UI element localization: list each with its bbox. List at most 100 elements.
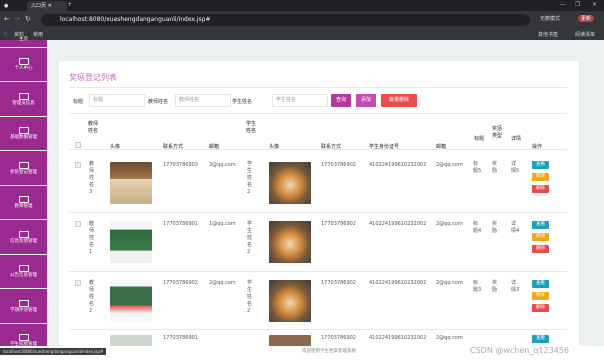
detail-cell: 详情4 <box>511 221 520 234</box>
forward-icon[interactable]: → <box>14 15 20 23</box>
incognito-label[interactable]: 无痕模式 <box>540 15 560 22</box>
sidebar-item-basic-data[interactable]: 基础数据管理 <box>0 123 47 151</box>
browser-tab-inactive[interactable]: ● <box>4 1 26 11</box>
sidebar-item-teachers[interactable]: 教师管理 <box>0 192 47 220</box>
table-border <box>69 329 567 330</box>
monitor-icon <box>18 334 29 341</box>
monitor-icon <box>18 196 29 203</box>
sidebar-item-profile[interactable]: 个人中心 <box>0 54 47 82</box>
bookmark-other[interactable]: 其他书签 <box>538 30 558 40</box>
student-email-cell: 2@qq.com <box>436 280 463 286</box>
table-border <box>69 212 567 213</box>
sidebar-item-rewards[interactable]: 奖惩登记管理 <box>0 158 47 186</box>
sidebar-item-label: 主页 <box>19 37 28 42</box>
student-phone-cell: 17703786902 <box>321 162 356 168</box>
detail-cell: 详情3 <box>511 280 520 293</box>
batch-delete-button[interactable]: 批量删除 <box>381 94 417 107</box>
student-input[interactable]: 学生姓名 <box>272 94 328 107</box>
monitor-icon <box>18 265 29 272</box>
col-header: 详情 <box>510 136 521 142</box>
title-label: 标题 <box>73 99 84 105</box>
tab-title: 入口页 <box>31 3 47 9</box>
student-name-cell: 学生姓名2 <box>247 161 253 195</box>
type-cell: 奖励 <box>492 161 498 174</box>
view-button[interactable]: 查看 <box>532 335 549 343</box>
sidebar-item-admin[interactable]: 管理员信息 <box>0 89 47 117</box>
reload-icon[interactable]: ↻ <box>25 15 31 23</box>
url-field[interactable]: localhost:8080/xueshengdanganguanli/inde… <box>41 14 530 26</box>
table-border <box>69 271 567 272</box>
teacher-email-cell: 2@qq.com <box>209 280 236 286</box>
close-icon[interactable]: ✕ <box>592 1 597 8</box>
sidebar: 主页 个人中心 管理员信息 基础数据管理 奖惩登记管理 教师管理 信息反馈管理 … <box>0 37 47 358</box>
sidebar-item-label: 公告信息管理 <box>10 273 37 278</box>
view-button[interactable]: 查看 <box>532 161 549 169</box>
title-input-placeholder: 标题 <box>93 97 104 103</box>
update-button[interactable]: 更新 <box>578 15 595 22</box>
browser-tab-active[interactable]: 入口页 ✕ <box>27 1 67 11</box>
teacher-label: 教师姓名 <box>148 99 169 105</box>
student-phone-cell: 17703786902 <box>321 335 356 341</box>
teacher-phone-cell: 17703786901 <box>163 221 198 227</box>
student-id-cell: 410224199610232002 <box>369 221 427 227</box>
type-cell: 奖励 <box>492 280 498 293</box>
select-all-checkbox[interactable] <box>75 142 81 148</box>
col-header: 教师姓名 <box>87 121 98 134</box>
back-icon[interactable]: ← <box>4 15 10 23</box>
student-email-cell: 2@qq.com <box>436 221 463 227</box>
monitor-icon <box>18 300 29 307</box>
teacher-phone-cell: 17703786903 <box>163 162 198 168</box>
url-text: localhost:8080/xueshengdanganguanli/inde… <box>60 16 211 23</box>
monitor-icon <box>18 93 29 100</box>
view-button[interactable]: 查看 <box>532 221 549 229</box>
bookmark-reading-list[interactable]: 阅读清单 <box>575 30 595 40</box>
browser-tab-strip: ● 入口页 ✕ + — ❐ ✕ <box>0 0 604 11</box>
sidebar-item-notices[interactable]: 公告信息管理 <box>0 261 47 289</box>
divider <box>69 87 567 88</box>
row-checkbox[interactable] <box>75 280 81 286</box>
student-id-cell: 410224199610232002 <box>369 162 427 168</box>
monitor-icon <box>18 58 29 65</box>
title-cell: 标题4 <box>473 221 482 234</box>
table-border <box>69 149 567 150</box>
sidebar-item-home[interactable]: 主页 <box>0 35 47 48</box>
add-button[interactable]: 添加 <box>356 94 376 107</box>
student-avatar <box>269 221 311 263</box>
student-email-cell: 2@qq.com <box>436 162 463 168</box>
edit-button[interactable]: 修改 <box>532 173 549 181</box>
student-email-cell: 2@qq.com <box>436 335 463 341</box>
student-phone-cell: 17703786902 <box>321 221 356 227</box>
delete-button[interactable]: 删除 <box>532 185 549 193</box>
table-border <box>69 113 567 114</box>
col-header: 邮箱 <box>436 144 447 150</box>
title-input[interactable]: 标题 <box>89 94 145 107</box>
student-phone-cell: 17703786902 <box>321 280 356 286</box>
row-checkbox[interactable] <box>75 162 81 168</box>
app-page: 主页 个人中心 管理员信息 基础数据管理 奖惩登记管理 教师管理 信息反馈管理 … <box>0 37 604 362</box>
view-button[interactable]: 查看 <box>532 280 549 288</box>
delete-button[interactable]: 删除 <box>532 304 549 312</box>
col-header: 标题 <box>473 136 484 142</box>
maximize-icon[interactable]: ❐ <box>575 1 580 8</box>
bookmarks-bar: ⁝⁝ 资料 常用 其他书签 阅读清单 <box>0 30 604 40</box>
edit-button[interactable]: 修改 <box>532 233 549 241</box>
row-checkbox[interactable] <box>75 221 81 227</box>
title-cell: 标题5 <box>473 161 482 174</box>
minimize-icon[interactable]: — <box>560 1 566 8</box>
main-panel: 奖惩登记列表 标题 标题 教师姓名 教师姓名 学生姓名 学生姓名 查询 添加 批… <box>59 61 579 356</box>
col-header: 邮箱 <box>209 144 220 150</box>
teacher-name-cell: 教师姓名1 <box>89 221 95 255</box>
sidebar-item-label: 奖惩登记管理 <box>10 170 37 175</box>
sidebar-item-comments[interactable]: 学期评语管理 <box>0 296 47 324</box>
sidebar-item-feedback[interactable]: 信息反馈管理 <box>0 227 47 255</box>
teacher-input[interactable]: 教师姓名 <box>175 94 231 107</box>
student-avatar <box>269 162 311 204</box>
edit-button[interactable]: 修改 <box>532 292 549 300</box>
sidebar-item-label: 学期评语管理 <box>10 308 37 313</box>
delete-button[interactable]: 删除 <box>532 245 549 253</box>
new-tab-icon[interactable]: + <box>67 1 72 8</box>
search-button[interactable]: 查询 <box>331 94 351 107</box>
student-label: 学生姓名 <box>232 99 253 105</box>
student-id-cell: 410224199610232002 <box>369 335 427 341</box>
monitor-icon <box>18 231 29 238</box>
